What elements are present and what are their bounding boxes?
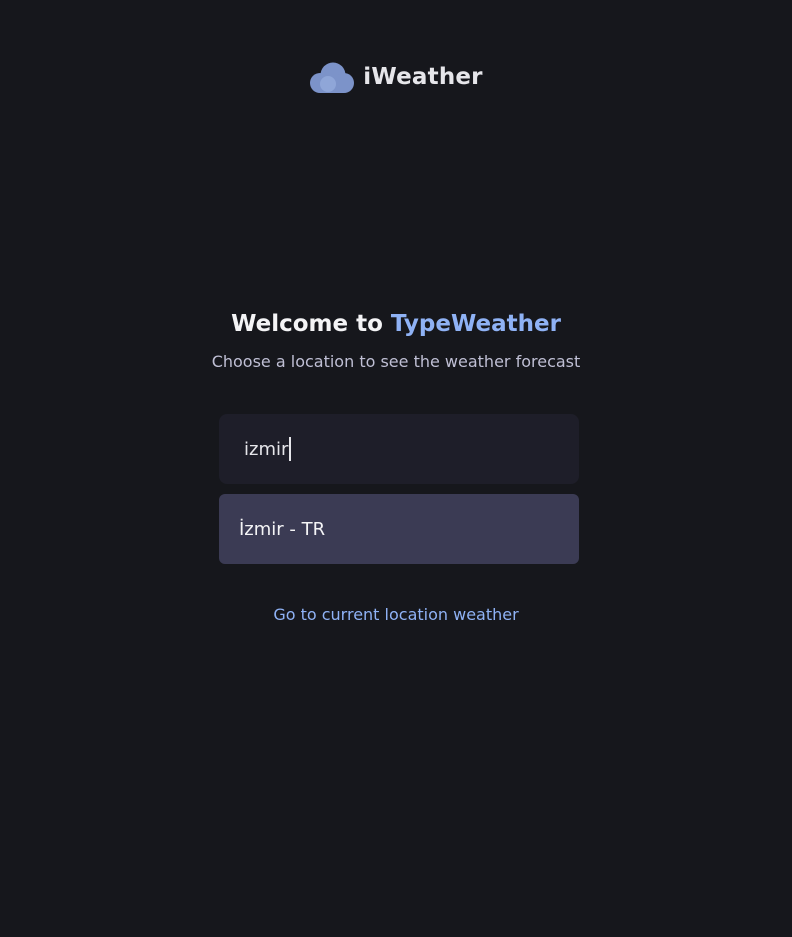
welcome-title: Welcome to TypeWeather bbox=[0, 311, 792, 337]
search-input-value: izmir bbox=[244, 438, 289, 460]
welcome-brand: TypeWeather bbox=[390, 311, 561, 337]
welcome-prefix: Welcome to bbox=[231, 311, 391, 337]
current-location-link[interactable]: Go to current location weather bbox=[0, 605, 792, 624]
page: iWeather Welcome to TypeWeather Choose a… bbox=[0, 0, 792, 937]
text-caret bbox=[289, 437, 291, 461]
location-suggestion[interactable]: İzmir - TR bbox=[219, 494, 579, 564]
search-input[interactable]: izmir bbox=[219, 414, 579, 484]
location-suggestion-label: İzmir - TR bbox=[239, 518, 326, 540]
app-name: iWeather bbox=[363, 64, 483, 90]
app-logo: iWeather bbox=[0, 62, 792, 94]
cloud-icon bbox=[310, 62, 355, 93]
welcome-subtitle: Choose a location to see the weather for… bbox=[211, 352, 581, 371]
